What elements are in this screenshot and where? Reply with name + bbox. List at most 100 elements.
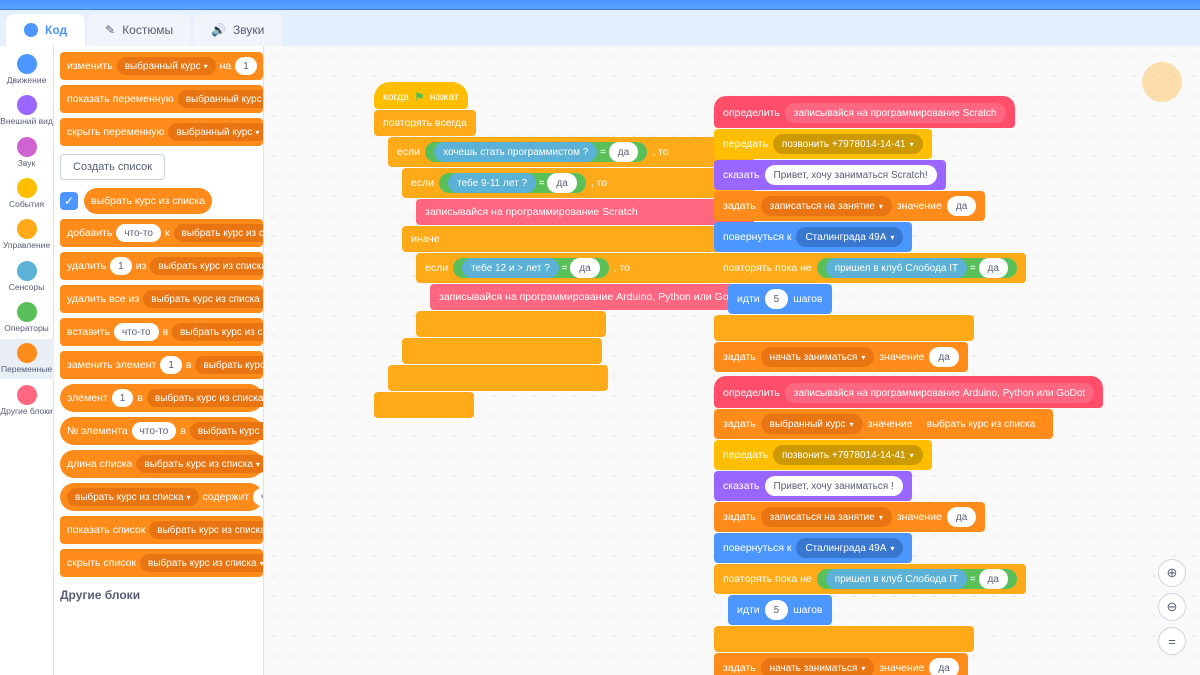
list-dropdown[interactable]: выбрать курс из списка (195, 356, 264, 374)
tab-code[interactable]: Код (6, 14, 85, 46)
script-stack-1[interactable]: когда⚑нажат повторять всегда еслихочешь … (374, 82, 754, 419)
script-canvas[interactable]: когда⚑нажат повторять всегда еслихочешь … (264, 46, 1200, 675)
block-broadcast[interactable]: передатьпозвонить +7978014-14-41 (714, 440, 932, 470)
block-else[interactable]: иначе (402, 226, 754, 252)
checkbox-icon[interactable]: ✓ (60, 192, 78, 210)
target-dropdown[interactable]: Сталинграда 49А (796, 538, 903, 558)
cat-operators[interactable]: Операторы (0, 298, 54, 337)
var-dropdown[interactable]: записаться на занятие (761, 196, 892, 216)
zoom-in-button[interactable]: ⊕ (1158, 559, 1186, 587)
block-end[interactable] (714, 626, 974, 652)
list-dropdown[interactable]: выбрать курс из списка (150, 257, 264, 275)
block-item-num[interactable]: № элементачто-товвыбрать курс из списка (60, 417, 263, 445)
block-hide-list[interactable]: скрыть списоквыбрать курс из списка (60, 549, 263, 577)
tab-sounds[interactable]: 🔊Звуки (193, 14, 282, 46)
block-show-list[interactable]: показать списоквыбрать курс из списка (60, 516, 263, 544)
sensing-answer[interactable]: тебе 9-11 лет ? (448, 173, 536, 193)
cat-sound[interactable]: Звук (0, 133, 54, 172)
block-if-2[interactable]: еслитебе 9-11 лет ? = да, то (402, 168, 754, 198)
block-define-2[interactable]: определитьзаписывайся на программировани… (714, 376, 1103, 408)
list-dropdown[interactable]: выбрать курс из списка (172, 323, 264, 341)
block-repeat-until[interactable]: повторять пока непришел в клуб Слобода I… (714, 253, 1026, 283)
block-move[interactable]: идти5шагов (728, 284, 832, 314)
operator-eq[interactable]: тебе 9-11 лет ? = да (439, 173, 586, 193)
block-move[interactable]: идти5шагов (728, 595, 832, 625)
block-point[interactable]: повернуться кСталинграда 49А (714, 533, 912, 563)
block-when-flag[interactable]: когда⚑нажат (374, 82, 468, 109)
block-call-scratch[interactable]: записывайся на программирование Scratch (416, 199, 754, 225)
block-set-book[interactable]: задатьзаписаться на занятиезначениеда (714, 502, 985, 532)
var-dropdown[interactable]: записаться на занятие (761, 507, 892, 527)
zoom-reset-button[interactable]: = (1158, 627, 1186, 655)
block-if-1[interactable]: еслихочешь стать программистом ? = да, т… (388, 137, 754, 167)
block-set-start[interactable]: задатьначать заниматьсязначениеда (714, 653, 968, 675)
block-contains[interactable]: выбрать курс из спискасодержитчто-то (60, 483, 263, 511)
block-set-2[interactable]: задатьначать заниматьсязначениеда (714, 342, 968, 372)
block-end[interactable] (714, 315, 974, 341)
block-change-var[interactable]: изменитьвыбранный курсна1 (60, 52, 263, 80)
block-show-var[interactable]: показать переменнуювыбранный курс (60, 85, 263, 113)
block-replace[interactable]: заменить элемент1ввыбрать курс из списка (60, 351, 263, 379)
list-dropdown[interactable]: выбрать курс из списка (149, 521, 264, 539)
cat-sensing[interactable]: Сенсоры (0, 257, 54, 296)
block-delete[interactable]: удалить1извыбрать курс из списка (60, 252, 263, 280)
list-dropdown[interactable]: выбрать курс из списка (136, 455, 264, 473)
block-end[interactable] (388, 365, 608, 391)
sensing-answer[interactable]: хочешь стать программистом ? (434, 142, 597, 162)
list-dropdown[interactable]: выбрать курс из списка (140, 554, 264, 572)
cat-variables[interactable]: Переменные (0, 339, 54, 378)
block-repeat-until[interactable]: повторять пока непришел в клуб Слобода I… (714, 564, 1026, 594)
block-say[interactable]: сказатьПривет, хочу заниматься Scratch! (714, 160, 946, 190)
block-end[interactable] (374, 392, 474, 418)
script-stack-3[interactable]: определитьзаписывайся на программировани… (714, 376, 1103, 675)
tab-costumes[interactable]: ✎Костюмы (87, 14, 191, 46)
block-set-1[interactable]: задатьзаписаться на занятиезначениеда (714, 191, 985, 221)
script-stack-2[interactable]: определитьзаписывайся на программировани… (714, 96, 1026, 373)
cat-motion[interactable]: Движение (0, 50, 54, 89)
var-dropdown[interactable]: выбранный курс (178, 90, 264, 108)
list-dropdown[interactable]: выбрать курс из списка (190, 422, 264, 440)
var-dropdown[interactable]: выбранный курс (168, 123, 264, 141)
block-set-course[interactable]: задатьвыбранный курсзначениевыбрать курс… (714, 409, 1053, 439)
var-dropdown[interactable]: начать заниматься (761, 658, 875, 675)
block-hide-var[interactable]: скрыть переменнуювыбранный курс (60, 118, 263, 146)
block-end[interactable] (402, 338, 602, 364)
list-dropdown[interactable]: выбрать курс из списка (174, 224, 264, 242)
block-palette: изменитьвыбранный курсна1 показать перем… (54, 46, 264, 675)
cat-myblocks[interactable]: Другие блоки (0, 381, 54, 420)
block-end[interactable] (416, 311, 606, 337)
make-list-button[interactable]: Создать список (60, 154, 165, 180)
block-call-other[interactable]: записывайся на программирование Arduino,… (430, 284, 754, 310)
block-length[interactable]: длина спискавыбрать курс из списка (60, 450, 263, 478)
block-item[interactable]: элемент1ввыбрать курс из списка (60, 384, 263, 412)
message-dropdown[interactable]: позвонить +7978014-14-41 (773, 134, 923, 154)
message-dropdown[interactable]: позвонить +7978014-14-41 (773, 445, 923, 465)
list-dropdown[interactable]: выбрать курс из списка (67, 488, 199, 506)
operator-eq[interactable]: пришел в клуб Слобода IT = да (817, 258, 1017, 278)
cat-events[interactable]: События (0, 174, 54, 213)
var-dropdown[interactable]: выбранный курс (761, 414, 863, 434)
list-reporter[interactable]: выбрать курс из списка (84, 188, 212, 214)
block-add[interactable]: добавитьчто-токвыбрать курс из списка (60, 219, 263, 247)
cat-control[interactable]: Управление (0, 215, 54, 254)
zoom-out-button[interactable]: ⊖ (1158, 593, 1186, 621)
target-dropdown[interactable]: Сталинграда 49А (796, 227, 903, 247)
operator-eq[interactable]: хочешь стать программистом ? = да (425, 142, 647, 162)
block-delete-all[interactable]: удалить все извыбрать курс из списка (60, 285, 263, 313)
block-forever[interactable]: повторять всегда (374, 110, 476, 136)
var-dropdown[interactable]: выбранный курс (117, 57, 216, 75)
block-insert[interactable]: вставитьчто-товвыбрать курс из списка (60, 318, 263, 346)
list-dropdown[interactable]: выбрать курс из списка (147, 389, 264, 407)
block-broadcast[interactable]: передатьпозвонить +7978014-14-41 (714, 129, 932, 159)
block-if-3[interactable]: еслитебе 12 и > лет ? = да, то (416, 253, 754, 283)
block-point[interactable]: повернуться кСталинграда 49А (714, 222, 912, 252)
operator-eq[interactable]: тебе 12 и > лет ? = да (453, 258, 609, 278)
block-define-1[interactable]: определитьзаписывайся на программировани… (714, 96, 1015, 128)
var-dropdown[interactable]: начать заниматься (761, 347, 875, 367)
operator-eq[interactable]: пришел в клуб Слобода IT = да (817, 569, 1017, 589)
block-say[interactable]: сказатьПривет, хочу заниматься ! (714, 471, 912, 501)
cat-watermark-icon (1142, 62, 1182, 102)
cat-looks[interactable]: Внешний вид (0, 91, 54, 130)
list-dropdown[interactable]: выбрать курс из списка (143, 290, 264, 308)
sensing-answer[interactable]: тебе 12 и > лет ? (462, 258, 559, 278)
